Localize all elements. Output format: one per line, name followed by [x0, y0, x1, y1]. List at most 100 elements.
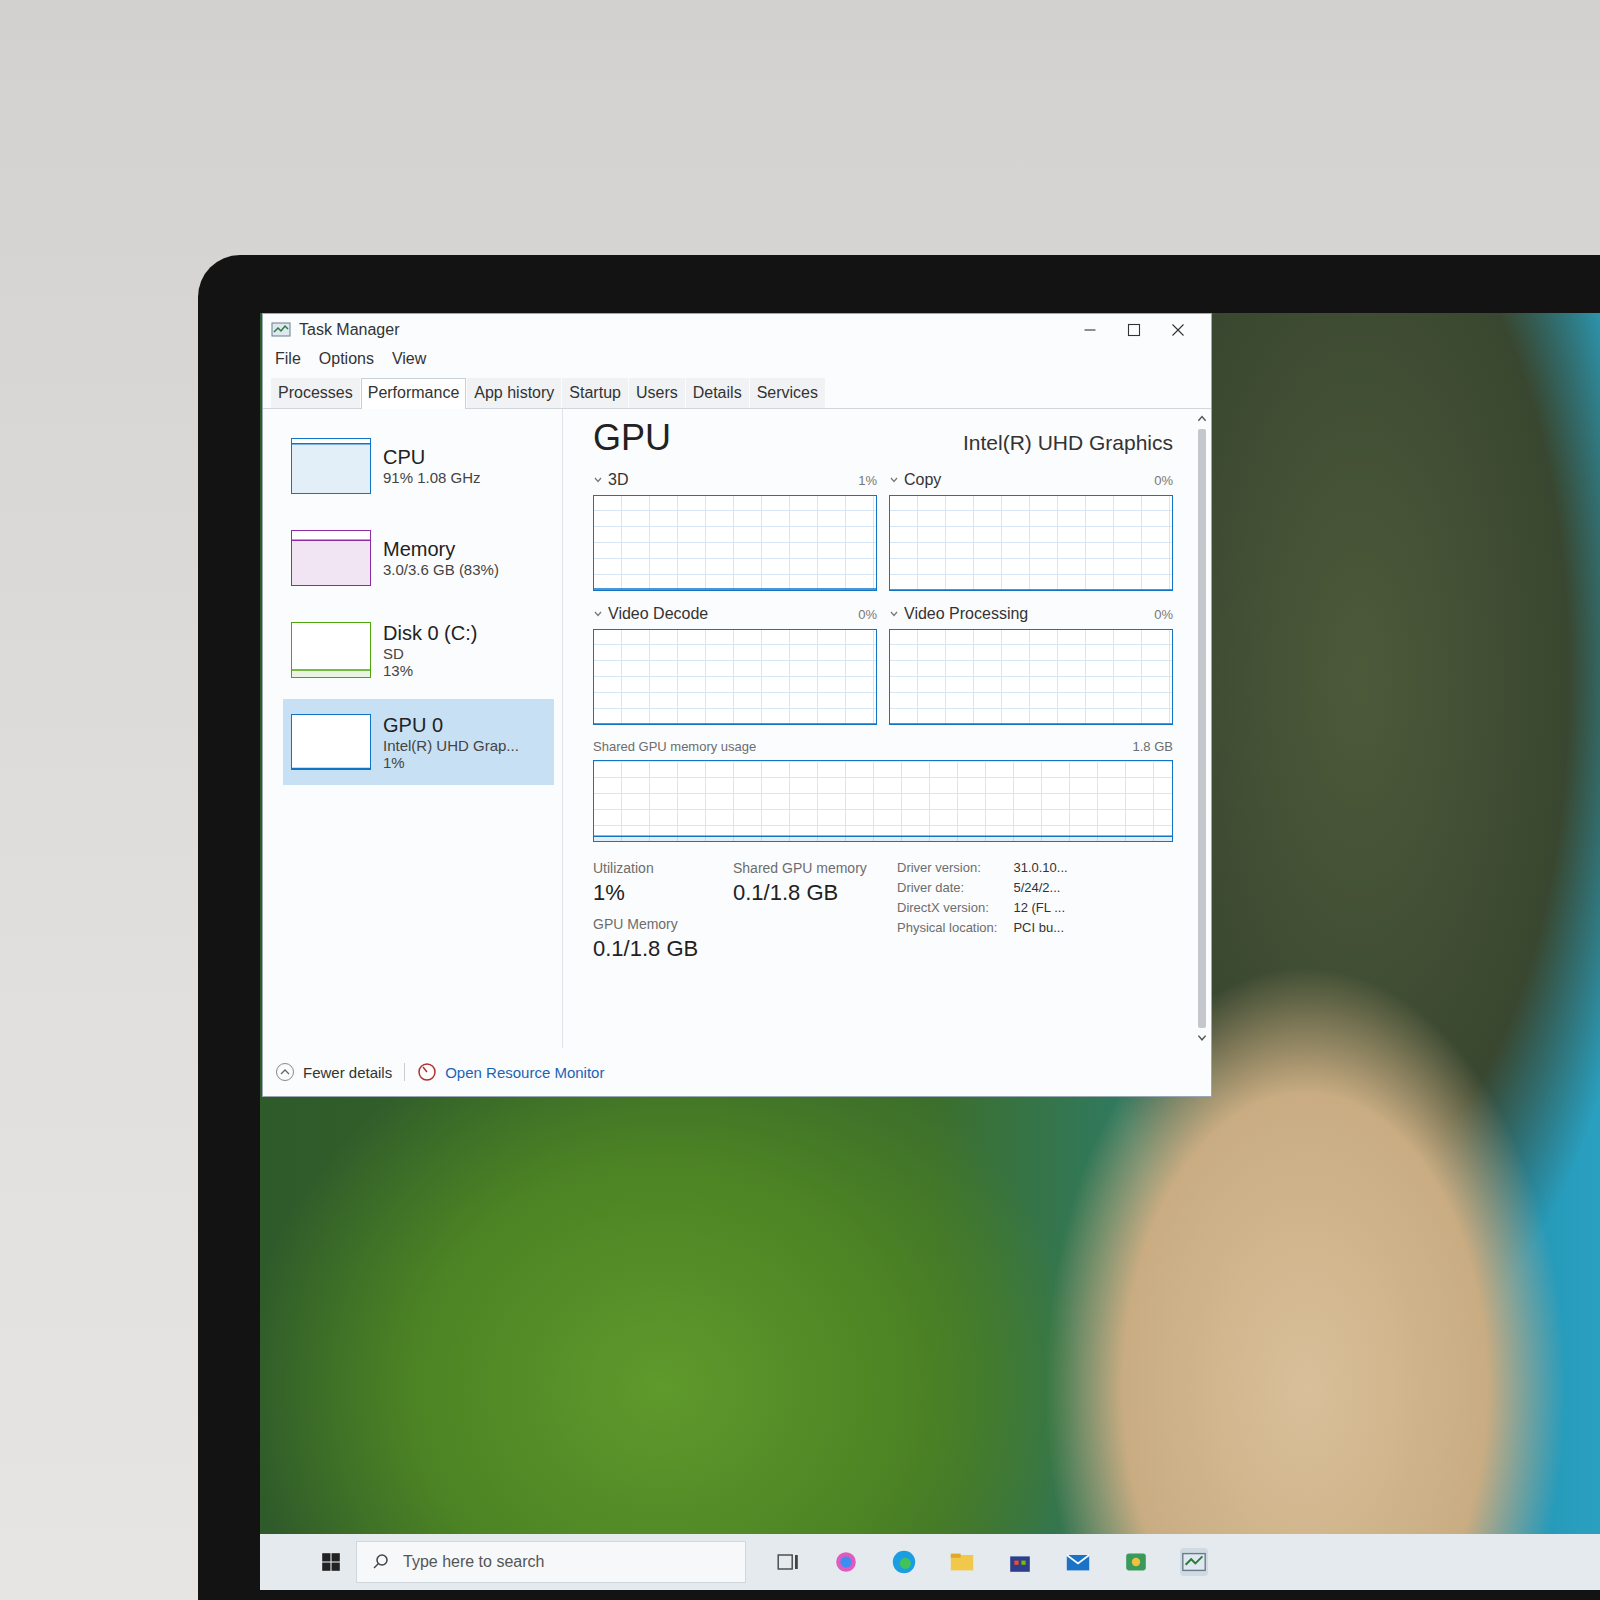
- sidebar-item-name: Memory: [383, 538, 499, 561]
- graph-box: [593, 495, 877, 591]
- file-explorer-icon[interactable]: [948, 1548, 976, 1576]
- graph-box: [889, 629, 1173, 725]
- chevron-down-icon[interactable]: [593, 609, 603, 619]
- engine-graph: Video Decode 0%: [593, 605, 877, 725]
- stat: GPU Memory 0.1/1.8 GB: [593, 916, 733, 962]
- detail-value: 31.0.10...: [1013, 860, 1067, 875]
- stat: Shared GPU memory 0.1/1.8 GB: [733, 860, 883, 906]
- taskbar-search[interactable]: Type here to search: [356, 1541, 746, 1583]
- chevron-up-circle-icon: [275, 1062, 295, 1082]
- footer: Fewer details Open Resource Monitor: [263, 1048, 1211, 1096]
- sidebar-item-detail: 91% 1.08 GHz: [383, 469, 481, 486]
- shared-memory-graph: Shared GPU memory usage 1.8 GB: [593, 739, 1173, 842]
- sidebar-item-name: CPU: [383, 446, 481, 469]
- chevron-down-icon[interactable]: [593, 475, 603, 485]
- task-manager-window[interactable]: Task Manager File Options View ProcessesPe…: [262, 313, 1212, 1097]
- title-bar[interactable]: Task Manager: [263, 314, 1211, 346]
- sidebar-item[interactable]: Memory 3.0/3.6 GB (83%): [283, 515, 554, 601]
- menu-item[interactable]: File: [275, 350, 301, 368]
- panel-title: GPU: [593, 417, 671, 459]
- thumbnail-graph: [291, 622, 371, 678]
- tab[interactable]: Services: [750, 378, 825, 408]
- chart-label: Shared GPU memory usage: [593, 739, 756, 754]
- gpu-panel: GPU Intel(R) UHD Graphics 3D 1% Copy 0% …: [563, 409, 1193, 1048]
- engine-reading: 0%: [858, 607, 877, 622]
- tab-bar: ProcessesPerformanceApp historyStartupUs…: [263, 374, 1211, 409]
- minimize-icon[interactable]: [1079, 319, 1101, 341]
- tab[interactable]: Processes: [271, 378, 360, 408]
- detail-value: 5/24/2...: [1013, 880, 1067, 895]
- engine-reading: 0%: [1154, 473, 1173, 488]
- edge-icon[interactable]: [890, 1548, 918, 1576]
- sidebar-item[interactable]: Disk 0 (C:) SD13%: [283, 607, 554, 693]
- sidebar: CPU 91% 1.08 GHz Memory 3.0/3.6 GB (83%)…: [263, 409, 563, 1048]
- graph-box: [593, 760, 1173, 842]
- thumbnail-graph: [291, 714, 371, 770]
- task-view-icon[interactable]: [774, 1548, 802, 1576]
- tab[interactable]: Performance: [361, 378, 467, 409]
- graph-box: [593, 629, 877, 725]
- engine-label: Video Processing: [904, 605, 1028, 623]
- chart-max: 1.8 GB: [1133, 739, 1173, 754]
- store-icon[interactable]: [1006, 1548, 1034, 1576]
- copilot-icon[interactable]: [832, 1548, 860, 1576]
- detail-key: Driver version:: [897, 860, 997, 875]
- maximize-icon[interactable]: [1123, 319, 1145, 341]
- scroll-up-icon[interactable]: [1196, 413, 1208, 425]
- details-list: Driver version: 31.0.10... Driver date: 5…: [897, 860, 1068, 962]
- graph-box: [889, 495, 1173, 591]
- engine-label: Video Decode: [608, 605, 708, 623]
- tab[interactable]: Users: [629, 378, 685, 408]
- engine-reading: 1%: [858, 473, 877, 488]
- engine-reading: 0%: [1154, 607, 1173, 622]
- thumbnail-graph: [291, 530, 371, 586]
- search-icon: [371, 1552, 391, 1572]
- engine-graph: Video Processing 0%: [889, 605, 1173, 725]
- photo-frame: Task Manager File Options View ProcessesPe…: [0, 0, 1600, 1600]
- menu-bar: File Options View: [263, 346, 1211, 374]
- sidebar-item-detail: SD: [383, 645, 477, 662]
- resource-monitor-icon: [417, 1062, 437, 1082]
- detail-value: 12 (FL ...: [1013, 900, 1067, 915]
- sidebar-item-name: GPU 0: [383, 714, 519, 737]
- scroll-down-icon[interactable]: [1196, 1032, 1208, 1044]
- mail-icon[interactable]: [1064, 1548, 1092, 1576]
- resource-monitor-link[interactable]: Open Resource Monitor: [417, 1062, 604, 1082]
- sidebar-item-detail: Intel(R) UHD Grap...: [383, 737, 519, 754]
- engine-label: 3D: [608, 471, 628, 489]
- app-icon[interactable]: [1122, 1548, 1150, 1576]
- sidebar-item-detail: 1%: [383, 754, 519, 771]
- fewer-details-button[interactable]: Fewer details: [275, 1062, 392, 1082]
- sidebar-item-detail: 3.0/3.6 GB (83%): [383, 561, 499, 578]
- engine-label: Copy: [904, 471, 941, 489]
- detail-value: PCI bu...: [1013, 920, 1067, 935]
- laptop-bezel: Task Manager File Options View ProcessesPe…: [198, 255, 1600, 1600]
- sidebar-item[interactable]: GPU 0 Intel(R) UHD Grap...1%: [283, 699, 554, 785]
- detail-key: Physical location:: [897, 920, 997, 935]
- screen: Task Manager File Options View ProcessesPe…: [260, 313, 1600, 1590]
- thumbnail-graph: [291, 438, 371, 494]
- windows-start-icon[interactable]: [320, 1551, 342, 1573]
- menu-item[interactable]: View: [392, 350, 426, 368]
- desktop-wallpaper: Task Manager File Options View ProcessesPe…: [260, 313, 1600, 1534]
- tab[interactable]: App history: [467, 378, 561, 408]
- chevron-down-icon[interactable]: [889, 609, 899, 619]
- taskbar: Type here to search: [260, 1534, 1600, 1590]
- close-icon[interactable]: [1167, 319, 1189, 341]
- scrollbar[interactable]: [1193, 409, 1211, 1048]
- engine-graph: Copy 0%: [889, 471, 1173, 591]
- task-manager-icon: [271, 320, 291, 340]
- tab[interactable]: Details: [686, 378, 749, 408]
- detail-key: DirectX version:: [897, 900, 997, 915]
- chevron-down-icon[interactable]: [889, 475, 899, 485]
- task-manager-taskbar-icon[interactable]: [1180, 1548, 1208, 1576]
- window-title: Task Manager: [299, 321, 400, 339]
- scroll-thumb[interactable]: [1198, 429, 1206, 1028]
- menu-item[interactable]: Options: [319, 350, 374, 368]
- stat: Utilization 1%: [593, 860, 733, 906]
- adapter-name: Intel(R) UHD Graphics: [963, 431, 1173, 455]
- sidebar-item-name: Disk 0 (C:): [383, 622, 477, 645]
- tab[interactable]: Startup: [562, 378, 628, 408]
- detail-key: Driver date:: [897, 880, 997, 895]
- sidebar-item[interactable]: CPU 91% 1.08 GHz: [283, 423, 554, 509]
